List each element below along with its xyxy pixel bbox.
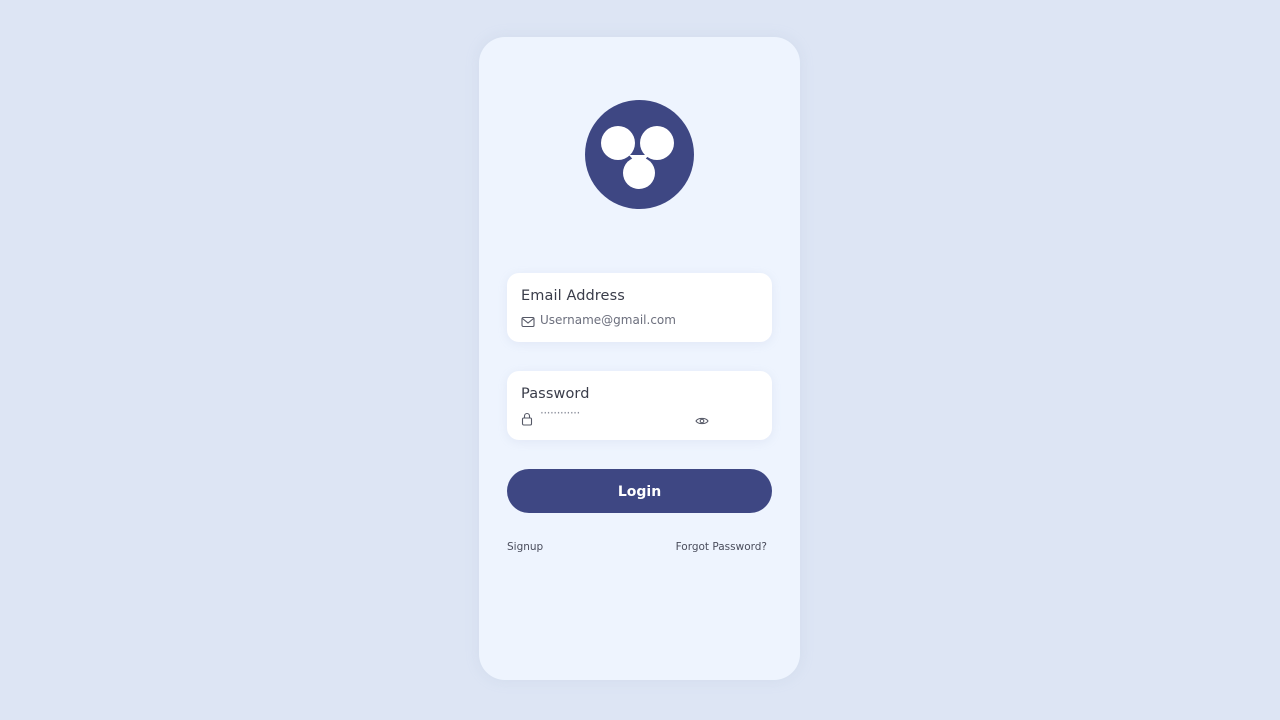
signup-link[interactable]: Signup <box>507 541 543 553</box>
mail-icon <box>521 313 535 332</box>
app-logo <box>585 100 694 209</box>
eye-icon[interactable] <box>695 411 709 430</box>
forgot-password-link[interactable]: Forgot Password? <box>676 541 767 553</box>
login-card: Email Address Username@gmail.com Passwor… <box>479 37 800 680</box>
password-label: Password <box>521 386 590 402</box>
email-label: Email Address <box>521 288 625 304</box>
password-field[interactable]: Password ············ <box>507 371 772 440</box>
three-circles-logo-icon <box>601 126 674 189</box>
lock-icon <box>521 411 533 430</box>
password-input[interactable]: ············ <box>540 406 580 420</box>
email-field[interactable]: Email Address Username@gmail.com <box>507 273 772 342</box>
email-input[interactable]: Username@gmail.com <box>540 313 676 327</box>
login-button[interactable]: Login <box>507 469 772 513</box>
